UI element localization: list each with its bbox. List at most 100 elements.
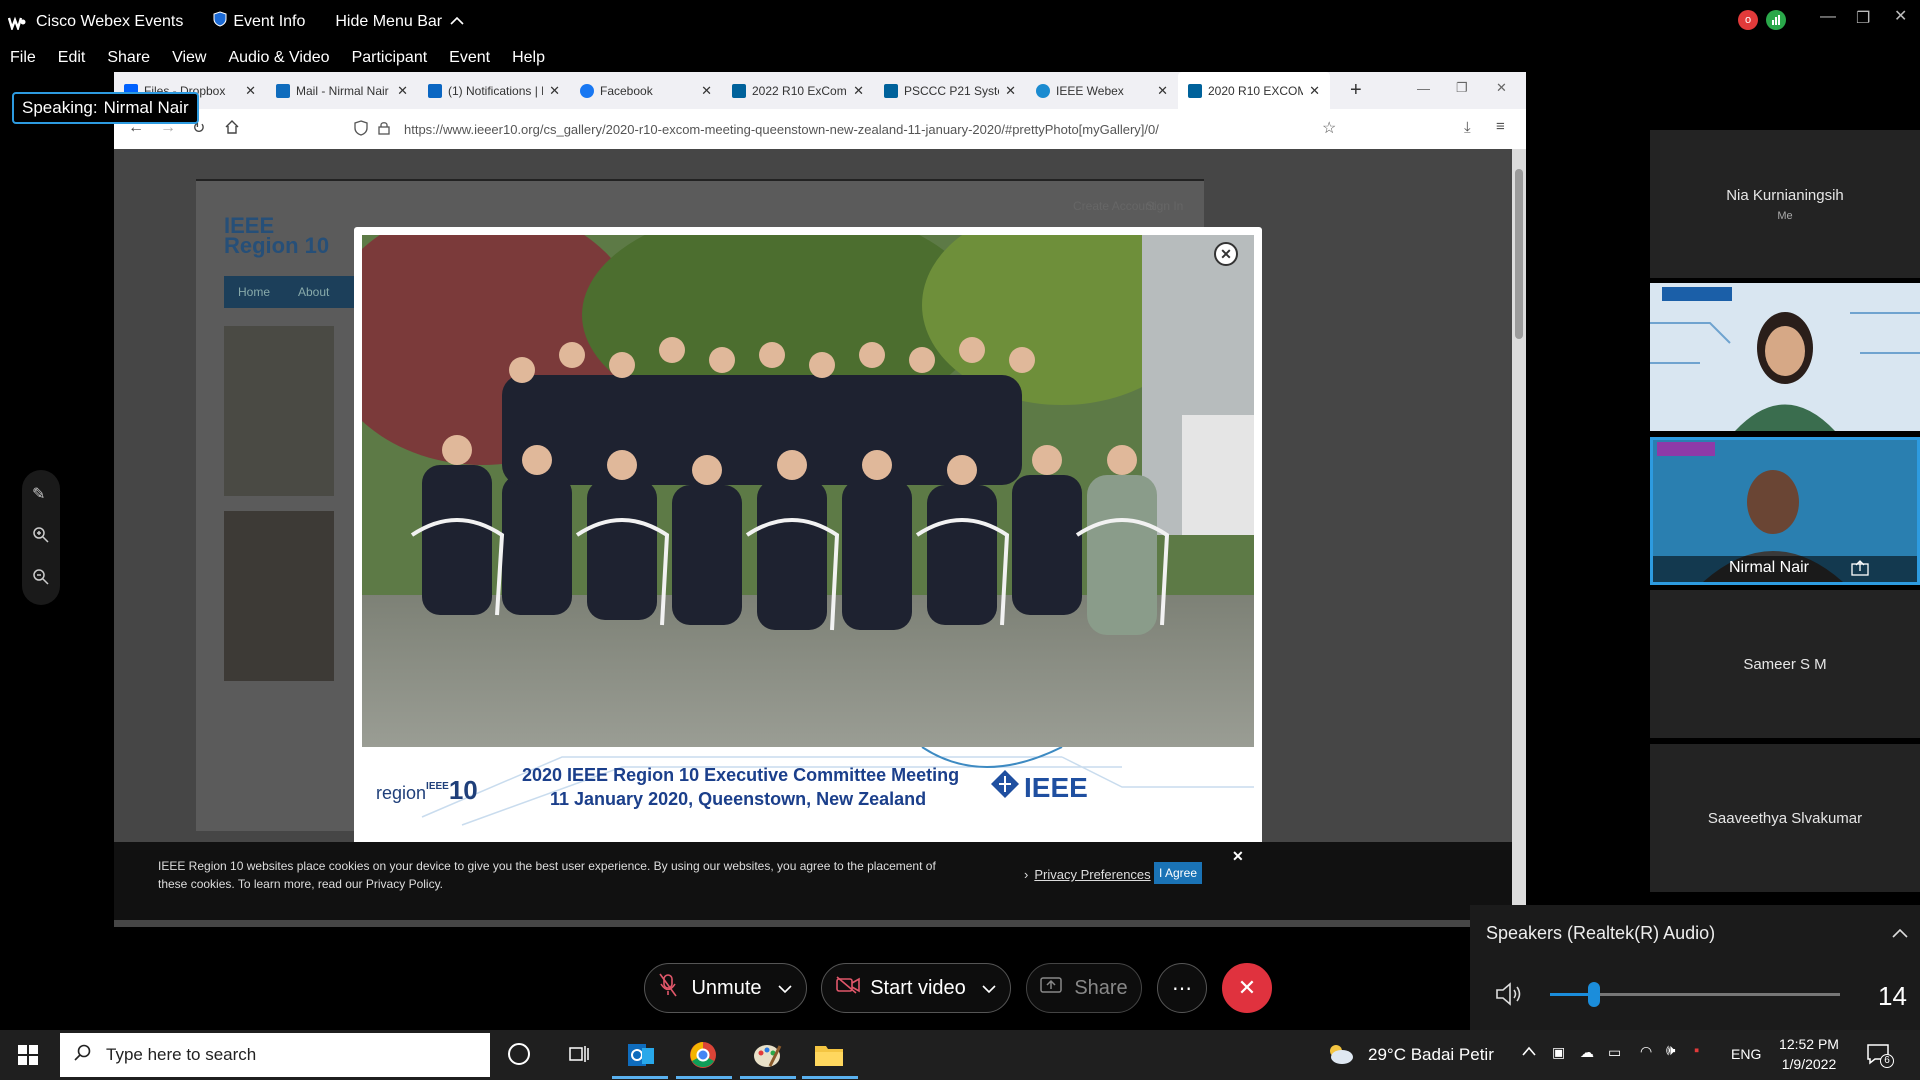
taskbar-search-box[interactable]: Type here to search (60, 1033, 490, 1077)
chevron-down-icon[interactable] (777, 977, 792, 1000)
menu-share[interactable]: Share (107, 49, 150, 67)
participant-tile-saaveethya[interactable]: Saaveethya Slvakumar (1650, 744, 1920, 892)
weather-icon[interactable] (1326, 1043, 1354, 1070)
zoom-out-icon[interactable] (32, 568, 50, 591)
volume-slider-fill (1550, 993, 1594, 996)
close-tab-icon[interactable]: ✕ (1309, 83, 1320, 99)
notifications-icon[interactable]: 6 (1866, 1042, 1894, 1071)
site-nav-home[interactable]: Home (238, 285, 270, 299)
close-tab-icon[interactable]: ✕ (853, 83, 864, 99)
gallery-thumb[interactable] (224, 511, 334, 681)
create-account-link[interactable]: Create Account (1073, 199, 1155, 213)
minimize-button[interactable]: — (1820, 8, 1836, 26)
close-tab-icon[interactable]: ✕ (701, 83, 712, 99)
paint-icon[interactable] (752, 1040, 782, 1070)
site-nav-about[interactable]: About (298, 285, 329, 299)
close-lightbox-icon[interactable]: ✕ (1214, 242, 1238, 266)
search-placeholder: Type here to search (106, 1045, 257, 1064)
tab-excom-2020[interactable]: 2020 R10 EXCOM M ✕ (1178, 72, 1330, 109)
tab-mail[interactable]: Mail - Nirmal Nair - ✕ (266, 72, 418, 109)
gallery-thumb[interactable] (224, 326, 334, 496)
tab-linkedin[interactable]: (1) Notifications | Li ✕ (418, 72, 570, 109)
sign-in-link[interactable]: Sign In (1146, 199, 1183, 213)
browser-close-button[interactable]: ✕ (1496, 80, 1507, 96)
tab-excom-2022[interactable]: 2022 R10 ExCom Vi ✕ (722, 72, 874, 109)
menu-participant[interactable]: Participant (352, 49, 428, 67)
participant-name: Nia Kurnianingsih (1726, 186, 1844, 204)
restore-button[interactable]: ❐ (1856, 8, 1870, 28)
home-icon[interactable] (224, 119, 240, 138)
tab-psccc[interactable]: PSCCC P21 System A ✕ (874, 72, 1026, 109)
close-tab-icon[interactable]: ✕ (549, 83, 560, 99)
share-button[interactable]: Share (1026, 963, 1142, 1013)
hide-menu-bar-button[interactable]: Hide Menu Bar (335, 13, 464, 31)
close-cookie-icon[interactable]: ✕ (1232, 848, 1244, 865)
ieee-logo: IEEE (990, 769, 1088, 806)
browser-restore-button[interactable]: ❐ (1456, 80, 1468, 96)
speaker-volume-icon[interactable] (1494, 981, 1524, 1012)
unmute-button[interactable]: Unmute (644, 963, 807, 1013)
recording-indicator-icon[interactable]: o (1738, 10, 1758, 30)
menu-event[interactable]: Event (449, 49, 490, 67)
tab-facebook[interactable]: Facebook ✕ (570, 72, 722, 109)
close-tab-icon[interactable]: ✕ (397, 83, 408, 99)
antivirus-icon[interactable]: ▪ (1694, 1042, 1699, 1059)
browser-minimize-button[interactable]: — (1417, 81, 1430, 96)
clock[interactable]: 12:52 PM 1/9/2022 (1776, 1034, 1842, 1074)
cortana-icon[interactable] (508, 1043, 530, 1065)
close-window-button[interactable]: ✕ (1894, 6, 1907, 26)
weather-text[interactable]: 29°C Badai Petir (1368, 1045, 1494, 1065)
privacy-preferences-link[interactable]: › Privacy Preferences (1024, 867, 1151, 882)
close-tab-icon[interactable]: ✕ (245, 83, 256, 99)
tab-ieee-webex[interactable]: IEEE Webex ✕ (1026, 72, 1178, 109)
participant-tile-nirmal[interactable]: Nirmal Nair (1650, 437, 1920, 585)
participant-tile-sameer[interactable]: Sameer S M (1650, 590, 1920, 738)
zoom-in-icon[interactable] (32, 526, 50, 549)
participant-video-tile[interactable] (1650, 283, 1920, 431)
volume-slider-track[interactable] (1550, 982, 1840, 1007)
browser-nav-bar: ← → ↻ https://www.ieeer10.org/cs_gallery… (114, 109, 1526, 149)
new-tab-button[interactable]: + (1350, 79, 1362, 102)
leave-meeting-button[interactable]: ✕ (1222, 963, 1272, 1013)
close-tab-icon[interactable]: ✕ (1157, 83, 1168, 99)
show-hidden-icons-chevron-icon[interactable] (1521, 1044, 1537, 1062)
outlook-taskbar-icon[interactable] (626, 1040, 656, 1070)
menu-bar: File Edit Share View Audio & Video Parti… (0, 43, 1920, 73)
clock-date: 1/9/2022 (1781, 1056, 1837, 1072)
event-info-button[interactable]: Event Info (213, 11, 305, 32)
meet-now-icon[interactable]: ▣ (1552, 1044, 1565, 1061)
speaker-device-label[interactable]: Speakers (Realtek(R) Audio) (1486, 923, 1715, 944)
chevron-down-icon[interactable] (982, 977, 996, 1000)
windows-start-icon[interactable] (18, 1045, 38, 1070)
language-indicator[interactable]: ENG (1731, 1046, 1761, 1062)
chrome-icon[interactable] (688, 1040, 718, 1070)
collapse-chevron-up-icon[interactable] (1892, 925, 1908, 943)
scroll-thumb[interactable] (1515, 169, 1523, 339)
network-stats-icon[interactable] (1766, 10, 1786, 30)
speaking-indicator: Speaking: Nirmal Nair (12, 92, 199, 124)
annotate-icon[interactable]: ✎ (32, 484, 45, 504)
webex-icon (1036, 83, 1050, 98)
bookmark-star-icon[interactable]: ☆ (1322, 118, 1336, 138)
menu-file[interactable]: File (10, 49, 36, 67)
menu-edit[interactable]: Edit (58, 49, 86, 67)
more-options-button[interactable]: ⋯ (1157, 963, 1207, 1013)
file-explorer-icon[interactable] (814, 1042, 844, 1068)
onedrive-icon[interactable]: ☁ (1580, 1044, 1594, 1061)
start-video-button[interactable]: Start video (821, 963, 1011, 1013)
menu-audio-video[interactable]: Audio & Video (228, 49, 329, 67)
menu-view[interactable]: View (172, 49, 206, 67)
volume-icon[interactable]: 🕪 (1666, 1042, 1675, 1059)
volume-slider-thumb[interactable] (1587, 982, 1600, 1007)
close-tab-icon[interactable]: ✕ (1005, 83, 1016, 99)
download-icon[interactable]: ⤓ (1464, 119, 1471, 136)
page-scrollbar[interactable] (1512, 149, 1526, 927)
wifi-icon[interactable]: ◠ (1640, 1043, 1652, 1060)
participant-tile-nia[interactable]: Nia Kurnianingsih Me (1650, 130, 1920, 278)
address-bar[interactable]: https://www.ieeer10.org/cs_gallery/2020-… (354, 115, 1454, 143)
task-view-icon[interactable] (568, 1044, 590, 1069)
battery-icon[interactable]: ▭ (1608, 1044, 1621, 1061)
agree-button[interactable]: I Agree (1154, 862, 1202, 884)
menu-help[interactable]: Help (512, 49, 545, 67)
menu-icon[interactable]: ≡ (1496, 118, 1505, 135)
